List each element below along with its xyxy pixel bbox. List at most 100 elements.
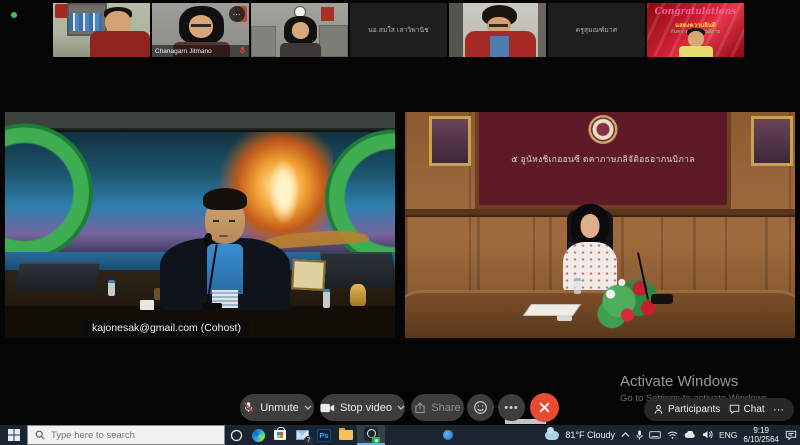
video-camera-icon (320, 403, 335, 413)
touch-keyboard-button[interactable] (649, 431, 661, 439)
documents (523, 304, 581, 316)
participant-tile-name-only-2[interactable]: ครูสุมณฑ์มาศ (548, 3, 645, 57)
chevron-down-icon (397, 405, 405, 410)
weather-text[interactable]: 81°F Cloudy (565, 430, 615, 440)
volume-button[interactable] (702, 430, 713, 439)
participant-tile-congratulations[interactable]: Congratulations แสดงความยินดี กับความสำเ… (647, 3, 744, 57)
more-dots: ••• (504, 402, 519, 414)
store-icon (274, 430, 286, 440)
water-bottle (323, 289, 330, 308)
active-meeting-app-button[interactable] (357, 425, 385, 445)
weather-cloud-icon[interactable] (545, 431, 559, 440)
store-button[interactable] (269, 425, 291, 445)
more-options-button[interactable]: ••• (498, 394, 525, 421)
framed-certificate (291, 259, 326, 291)
participant-red-shirt (90, 31, 150, 57)
start-button[interactable] (0, 425, 27, 445)
tile-options-button[interactable]: ⋯ (229, 6, 245, 22)
action-center-icon (785, 430, 797, 440)
speaker-mouth (219, 235, 228, 237)
water-bottle (108, 280, 115, 296)
main-video-right[interactable]: ๕ อูนัหงชิเกออนซี ดคาภาษภลิจัติอธอาภนบิภ… (405, 112, 795, 338)
microphone-base (651, 294, 673, 304)
main-video-left[interactable]: kajonesak@gmail.com (Cohost) (5, 112, 395, 338)
window-frame (449, 3, 463, 57)
windows-logo-icon (8, 429, 20, 441)
participant-tile-clock-room[interactable] (251, 3, 348, 57)
close-icon (538, 401, 551, 414)
chevron-up-icon (621, 432, 630, 437)
leave-meeting-button[interactable] (530, 393, 559, 422)
file-explorer-button[interactable] (335, 425, 357, 445)
clock-date: 6/10/2564 (743, 435, 779, 444)
laptop (14, 262, 101, 290)
participant-body (280, 43, 321, 57)
meeting-app-icon (364, 427, 378, 441)
chevron-down-icon (304, 405, 312, 410)
hidden-icons-button[interactable] (621, 432, 630, 437)
participant-tile-red-jacket-man[interactable] (449, 3, 546, 57)
edge-button[interactable] (247, 425, 269, 445)
search-input[interactable] (51, 430, 211, 441)
thai-signage-text: ๕ อูนัหงชิเกออนซี ดคาภาษภลิจัติอธอาภนบิภ… (479, 152, 727, 166)
maroon-sign-panel: ๕ อูนัหงชิเกออนซี ดคาภาษภลิจัติอธอาภนบิภ… (475, 112, 731, 209)
royal-portrait-left (429, 116, 471, 166)
participants-button[interactable]: Participants (653, 404, 720, 415)
microphone-icon (636, 430, 643, 441)
gold-ornament (350, 284, 366, 306)
taskbar-clock[interactable]: 9:19 6/10/2564 (743, 426, 779, 444)
participant-face (688, 31, 704, 47)
cup (140, 300, 154, 310)
speaker-eye (213, 220, 219, 222)
stop-video-button[interactable]: Stop video (320, 394, 405, 421)
cabinet (251, 26, 276, 57)
speaker-eye (229, 220, 235, 222)
participant-tile-name-only-1[interactable]: นอ.สมใส เสาวิพานิช (350, 3, 447, 57)
speaker-hair (203, 188, 247, 210)
camera-badge-icon (372, 437, 380, 443)
cortana-button[interactable] (225, 425, 247, 445)
cloud-icon (684, 431, 696, 439)
window-frame (538, 3, 546, 57)
status-green-dot (11, 12, 17, 18)
participant-tile-chanagarn[interactable]: ⋯ Chanagarn Jitmano (152, 3, 249, 57)
water-bottle (574, 278, 581, 294)
speaker-face (581, 214, 600, 238)
participant-face (292, 22, 309, 38)
photoshop-button[interactable]: Ps (313, 425, 335, 445)
royal-portrait-right (751, 116, 793, 166)
windows-taskbar: 7 Ps 81°F Cloudy (0, 425, 800, 445)
chat-button[interactable]: Chat (729, 404, 765, 415)
mail-button[interactable]: 7 (291, 425, 313, 445)
muted-mic-icon (242, 401, 255, 414)
mail-badge: 7 (304, 436, 313, 445)
language-indicator[interactable]: ENG (719, 430, 737, 440)
search-icon (35, 430, 45, 440)
participant-display-name: ครูสุมณฑ์มาศ (548, 3, 645, 57)
participant-name-label: kajonesak@gmail.com (Cohost) (83, 319, 250, 336)
panel-more-button[interactable]: ⋯ (773, 403, 785, 416)
keyboard-icon (649, 431, 661, 439)
onedrive-button[interactable] (684, 431, 696, 439)
tray-mic-button[interactable] (636, 430, 643, 441)
participant-tile-office-man[interactable] (53, 3, 150, 57)
speaker-icon (702, 430, 713, 439)
share-icon (414, 402, 426, 414)
photoshop-icon: Ps (317, 429, 331, 442)
activate-windows-watermark: Activate Windows (620, 373, 738, 390)
wifi-icon (667, 431, 678, 439)
person-icon (653, 404, 664, 415)
action-center-button[interactable] (785, 430, 797, 440)
clock-time: 9:19 (743, 426, 779, 435)
phone (557, 315, 572, 321)
blue-app-button[interactable] (443, 430, 453, 440)
unmute-button[interactable]: Unmute (240, 394, 314, 421)
taskbar-search-box[interactable] (27, 425, 225, 445)
wifi-button[interactable] (667, 431, 678, 439)
share-button[interactable]: Share (411, 394, 464, 421)
microphone-base (202, 303, 222, 310)
folder-icon (339, 430, 353, 440)
yellow-shirt (679, 46, 713, 57)
reactions-button[interactable] (467, 394, 494, 421)
banner-title: Congratulations (647, 7, 744, 17)
